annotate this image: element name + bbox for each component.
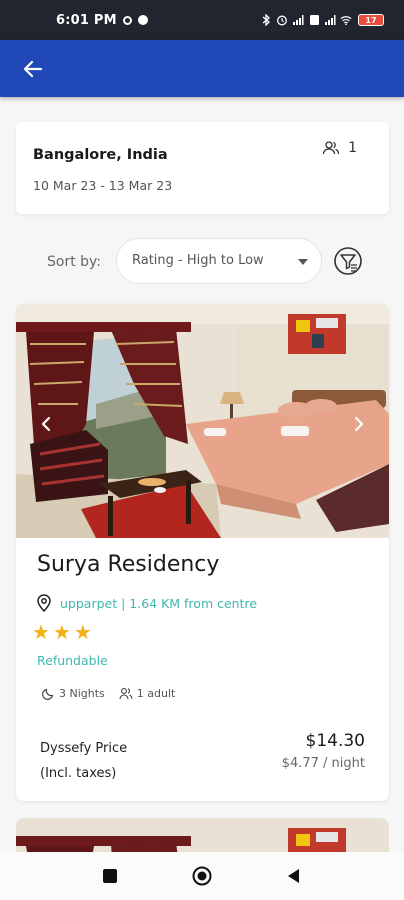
home-button[interactable] bbox=[192, 866, 212, 886]
price-label-title: Dyssefy Price bbox=[40, 741, 128, 756]
star-icon: ★ bbox=[52, 620, 71, 644]
square-icon bbox=[103, 869, 117, 883]
arrow-left-icon bbox=[23, 60, 43, 78]
filter-button[interactable] bbox=[333, 246, 363, 276]
chevron-down-icon bbox=[298, 259, 308, 265]
bluetooth-icon bbox=[260, 14, 272, 26]
star-rating: ★ ★ ★ bbox=[32, 622, 92, 642]
next-photo-button[interactable] bbox=[349, 412, 369, 436]
guest-count: 1 bbox=[322, 140, 357, 156]
price-label: Dyssefy Price (Incl. taxes) bbox=[40, 736, 127, 786]
hotel-location-row: upparpet | 1.64 KM from centre bbox=[37, 594, 257, 612]
users-icon bbox=[119, 688, 133, 700]
adults-count: 1 adult bbox=[136, 687, 176, 700]
triangle-left-icon bbox=[288, 869, 299, 883]
guest-count-value: 1 bbox=[348, 140, 357, 156]
adults-info: 1 adult bbox=[119, 687, 176, 700]
record-icon bbox=[137, 15, 148, 25]
battery-icon: 17 bbox=[358, 14, 384, 26]
chevron-left-icon bbox=[41, 416, 51, 432]
star-icon: ★ bbox=[32, 620, 50, 644]
recent-apps-button[interactable] bbox=[100, 866, 120, 886]
map-pin-icon bbox=[37, 594, 51, 612]
filter-icon bbox=[334, 247, 362, 275]
sort-value: Rating - High to Low bbox=[132, 253, 264, 268]
hotel-photo[interactable] bbox=[16, 304, 389, 538]
app-bar bbox=[0, 40, 404, 97]
hotel-card[interactable]: Surya Residency upparpet | 1.64 KM from … bbox=[16, 304, 389, 801]
chevron-right-icon bbox=[354, 416, 364, 432]
sort-label: Sort by: bbox=[47, 254, 102, 270]
status-bar: 6:01 PM 17 bbox=[0, 0, 404, 40]
users-icon bbox=[322, 141, 340, 155]
refundable-label: Refundable bbox=[37, 653, 108, 668]
price-per-night: $4.77 / night bbox=[281, 756, 365, 771]
search-dates: 10 Mar 23 - 13 Mar 23 bbox=[33, 178, 173, 193]
hotel-location[interactable]: upparpet | 1.64 KM from centre bbox=[60, 596, 257, 611]
status-time: 6:01 PM bbox=[56, 12, 117, 28]
circle-icon bbox=[192, 866, 212, 886]
back-nav-button[interactable] bbox=[284, 866, 304, 886]
moon-icon bbox=[42, 688, 54, 700]
star-icon: ★ bbox=[73, 620, 92, 644]
nights-count: 3 Nights bbox=[59, 687, 105, 700]
signal-icon-2 bbox=[324, 14, 336, 26]
search-summary-card[interactable]: Bangalore, India 10 Mar 23 - 13 Mar 23 1 bbox=[16, 122, 389, 214]
status-icons: 17 bbox=[260, 14, 384, 26]
wifi-icon bbox=[340, 14, 352, 26]
back-button[interactable] bbox=[20, 56, 46, 82]
search-location: Bangalore, India bbox=[33, 147, 168, 163]
sort-row: Sort by: Rating - High to Low bbox=[0, 238, 404, 286]
alarm-icon bbox=[276, 14, 288, 26]
notification-icon bbox=[122, 15, 132, 25]
stay-meta-row: 3 Nights 1 adult bbox=[42, 687, 183, 700]
nights-info: 3 Nights bbox=[42, 687, 105, 700]
price-total: $14.30 bbox=[305, 731, 365, 751]
signal-icon bbox=[292, 14, 304, 26]
hotel-name[interactable]: Surya Residency bbox=[37, 552, 219, 577]
system-nav-bar bbox=[0, 852, 404, 900]
price-label-taxes: (Incl. taxes) bbox=[40, 766, 117, 781]
prev-photo-button[interactable] bbox=[36, 412, 56, 436]
sort-dropdown[interactable]: Rating - High to Low bbox=[116, 238, 322, 284]
sim-icon bbox=[308, 14, 320, 26]
